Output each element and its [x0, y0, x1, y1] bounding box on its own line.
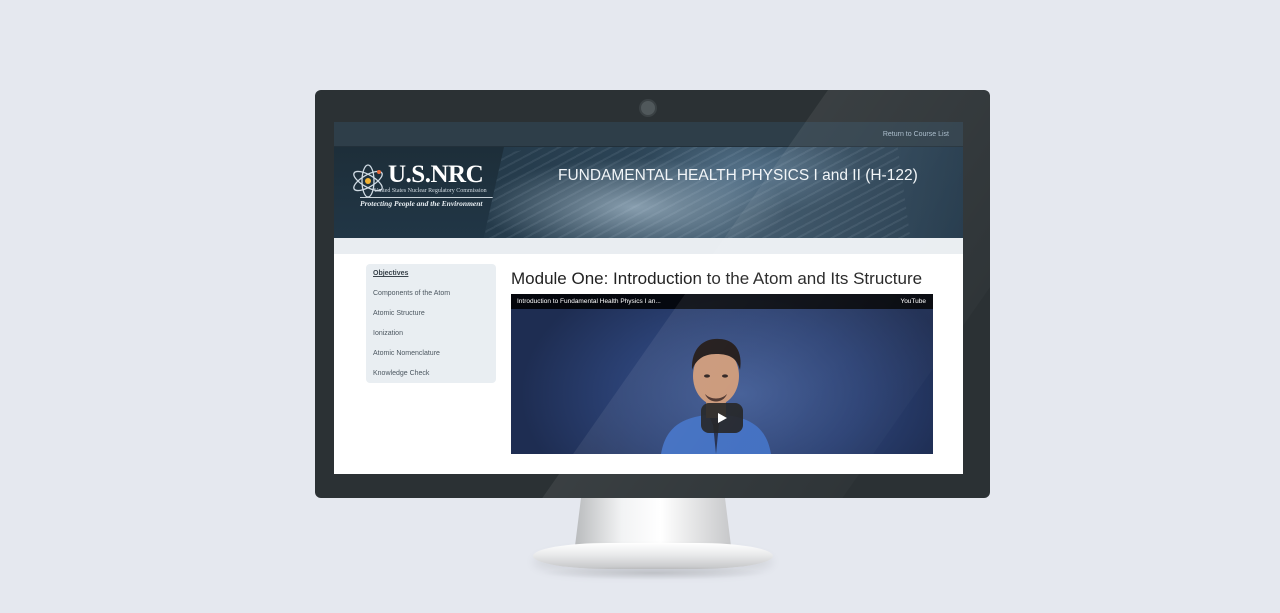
module-sidebar-nav: Objectives Components of the Atom Atomic… [366, 264, 496, 383]
youtube-video-player[interactable]: Introduction to Fundamental Health Physi… [511, 294, 933, 454]
return-to-course-list-link[interactable]: Return to Course List [883, 131, 949, 138]
logo-panel: U.S.NRC United States Nuclear Regulatory… [334, 147, 504, 238]
banner-light-streaks [474, 147, 914, 238]
sidebar-item-atomic-nomenclature[interactable]: Atomic Nomenclature [373, 350, 489, 370]
monitor-stand-shadow [540, 566, 768, 580]
page-content: Objectives Components of the Atom Atomic… [334, 254, 963, 454]
youtube-logo[interactable]: YouTube [900, 298, 926, 305]
page-title: Module One: Introduction to the Atom and… [511, 269, 923, 288]
main-content: Module One: Introduction to the Atom and… [511, 269, 941, 454]
sidebar-item-knowledge-check[interactable]: Knowledge Check [373, 370, 489, 390]
monitor-bezel: Return to Course List U.S.NRC United Sta… [315, 90, 990, 498]
presenter-video-frame [661, 338, 771, 454]
logo-tagline: Protecting People and the Environment [360, 197, 504, 208]
course-title: FUNDAMENTAL HEALTH PHYSICS I and II (H-1… [558, 167, 918, 184]
sidebar-item-components-of-the-atom[interactable]: Components of the Atom [373, 290, 489, 310]
logo-wordmark: U.S.NRC [388, 161, 484, 188]
sidebar-item-atomic-structure[interactable]: Atomic Structure [373, 310, 489, 330]
banner-divider-band [334, 238, 963, 254]
top-navigation-bar: Return to Course List [334, 122, 963, 147]
webcam-icon [639, 99, 657, 117]
play-icon [718, 413, 727, 423]
sidebar-item-ionization[interactable]: Ionization [373, 330, 489, 350]
sidebar-item-objectives[interactable]: Objectives [373, 270, 489, 290]
browser-screen: Return to Course List U.S.NRC United Sta… [334, 122, 963, 474]
course-banner: U.S.NRC United States Nuclear Regulatory… [334, 147, 963, 238]
logo-subtitle: United States Nuclear Regulatory Commiss… [374, 188, 487, 194]
video-title[interactable]: Introduction to Fundamental Health Physi… [517, 298, 661, 305]
monitor-stand-neck [575, 496, 731, 546]
video-play-button[interactable] [701, 403, 743, 433]
video-title-bar: Introduction to Fundamental Health Physi… [511, 294, 933, 309]
